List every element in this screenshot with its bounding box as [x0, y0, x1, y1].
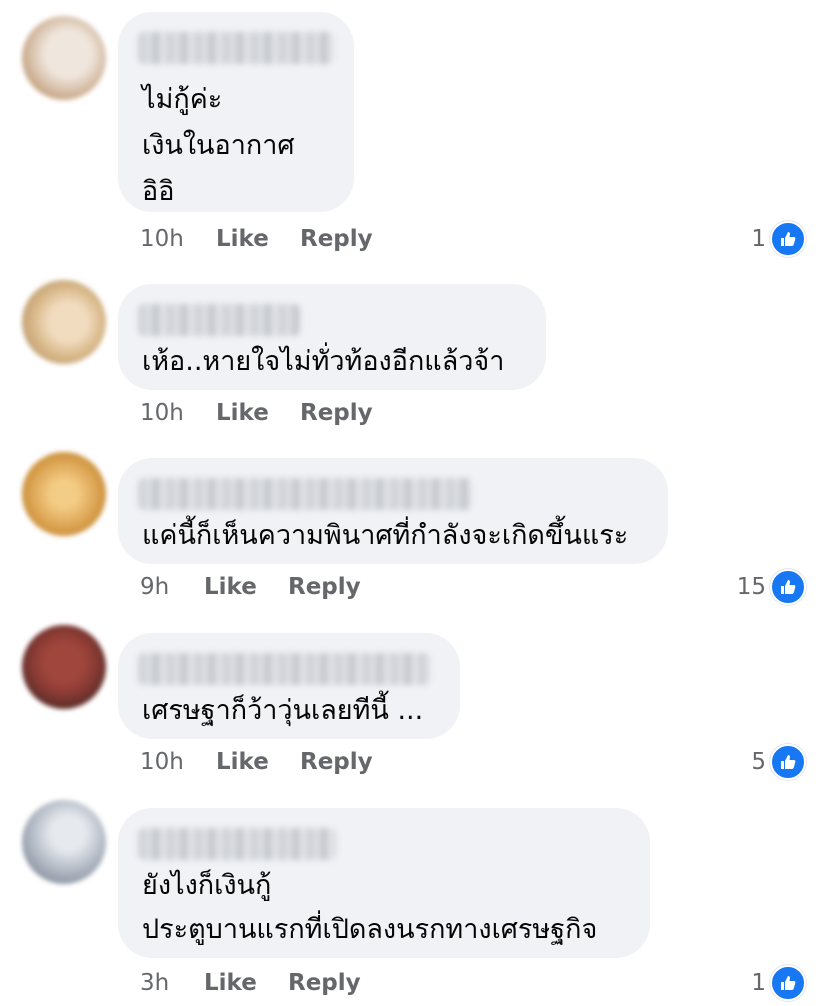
- thumbs-up-icon: [770, 744, 806, 780]
- comment-text-line: เงินในอากาศ: [142, 130, 295, 161]
- comment-bubble: เศรษฐาก็ว้าวุ่นเลยทีนี้ ...: [118, 633, 460, 739]
- comment-bubble: แค่นี้ก็เห็นความพินาศที่กำลังจะเกิดขึ้นแ…: [118, 458, 668, 564]
- reply-button[interactable]: Reply: [288, 966, 361, 1000]
- timestamp[interactable]: 10h: [140, 745, 184, 779]
- reaction-count: 15: [736, 574, 766, 600]
- author-name-blurred[interactable]: [138, 653, 430, 685]
- reaction-summary[interactable]: 1: [751, 221, 806, 257]
- reaction-count: 5: [751, 749, 766, 775]
- author-name-blurred[interactable]: [138, 828, 336, 860]
- comment-text-line: อิอิ: [142, 176, 175, 207]
- avatar[interactable]: [22, 280, 106, 364]
- comment-3: แค่นี้ก็เห็นความพินาศที่กำลังจะเกิดขึ้นแ…: [0, 450, 828, 630]
- like-button[interactable]: Like: [216, 396, 269, 430]
- author-name-blurred[interactable]: [138, 32, 334, 64]
- reply-button[interactable]: Reply: [300, 222, 373, 256]
- reply-button[interactable]: Reply: [288, 570, 361, 604]
- author-name-blurred[interactable]: [138, 304, 300, 336]
- avatar[interactable]: [22, 452, 106, 536]
- comment-text-line: เศรษฐาก็ว้าวุ่นเลยทีนี้ ...: [142, 695, 424, 726]
- reaction-count: 1: [751, 970, 766, 996]
- comment-text-line: เห้อ..หายใจไม่ทั่วท้องอีกแล้วจ้า: [142, 346, 505, 377]
- reaction-summary[interactable]: 5: [751, 744, 806, 780]
- comment-text-line: ไม่กู้ค่ะ: [142, 84, 223, 115]
- comment-bubble: ไม่กู้ค่ะ เงินในอากาศ อิอิ: [118, 12, 354, 212]
- comment-5: ยังไงก็เงินกู้ ประตูบานแรกที่เปิดลงนรกทา…: [0, 800, 828, 1006]
- reaction-summary[interactable]: 1: [751, 965, 806, 1001]
- thumbs-up-icon: [770, 569, 806, 605]
- avatar[interactable]: [22, 625, 106, 709]
- reaction-count: 1: [751, 226, 766, 252]
- like-button[interactable]: Like: [216, 222, 269, 256]
- thumbs-up-icon: [770, 965, 806, 1001]
- thumbs-up-icon: [770, 221, 806, 257]
- comment-bubble: ยังไงก็เงินกู้ ประตูบานแรกที่เปิดลงนรกทา…: [118, 808, 650, 958]
- comment-bubble: เห้อ..หายใจไม่ทั่วท้องอีกแล้วจ้า: [118, 284, 546, 390]
- reply-button[interactable]: Reply: [300, 745, 373, 779]
- timestamp[interactable]: 9h: [140, 570, 169, 604]
- comment-thread: ไม่กู้ค่ะ เงินในอากาศ อิอิ 10h Like Repl…: [0, 0, 828, 1006]
- timestamp[interactable]: 10h: [140, 396, 184, 430]
- like-button[interactable]: Like: [204, 570, 257, 604]
- avatar[interactable]: [22, 800, 106, 884]
- comment-1: ไม่กู้ค่ะ เงินในอากาศ อิอิ 10h Like Repl…: [0, 0, 828, 270]
- like-button[interactable]: Like: [204, 966, 257, 1000]
- reaction-summary[interactable]: 15: [736, 569, 806, 605]
- reply-button[interactable]: Reply: [300, 396, 373, 430]
- avatar[interactable]: [22, 16, 106, 100]
- like-button[interactable]: Like: [216, 745, 269, 779]
- comment-4: เศรษฐาก็ว้าวุ่นเลยทีนี้ ... 10h Like Rep…: [0, 625, 828, 800]
- timestamp[interactable]: 10h: [140, 222, 184, 256]
- comment-text-line: แค่นี้ก็เห็นความพินาศที่กำลังจะเกิดขึ้นแ…: [142, 520, 629, 551]
- comment-2: เห้อ..หายใจไม่ทั่วท้องอีกแล้วจ้า 10h Lik…: [0, 270, 828, 450]
- comment-text-line: ยังไงก็เงินกู้: [142, 870, 272, 901]
- author-name-blurred[interactable]: [138, 478, 472, 510]
- timestamp[interactable]: 3h: [140, 966, 169, 1000]
- comment-text-line: ประตูบานแรกที่เปิดลงนรกทางเศรษฐกิจ: [142, 914, 598, 945]
